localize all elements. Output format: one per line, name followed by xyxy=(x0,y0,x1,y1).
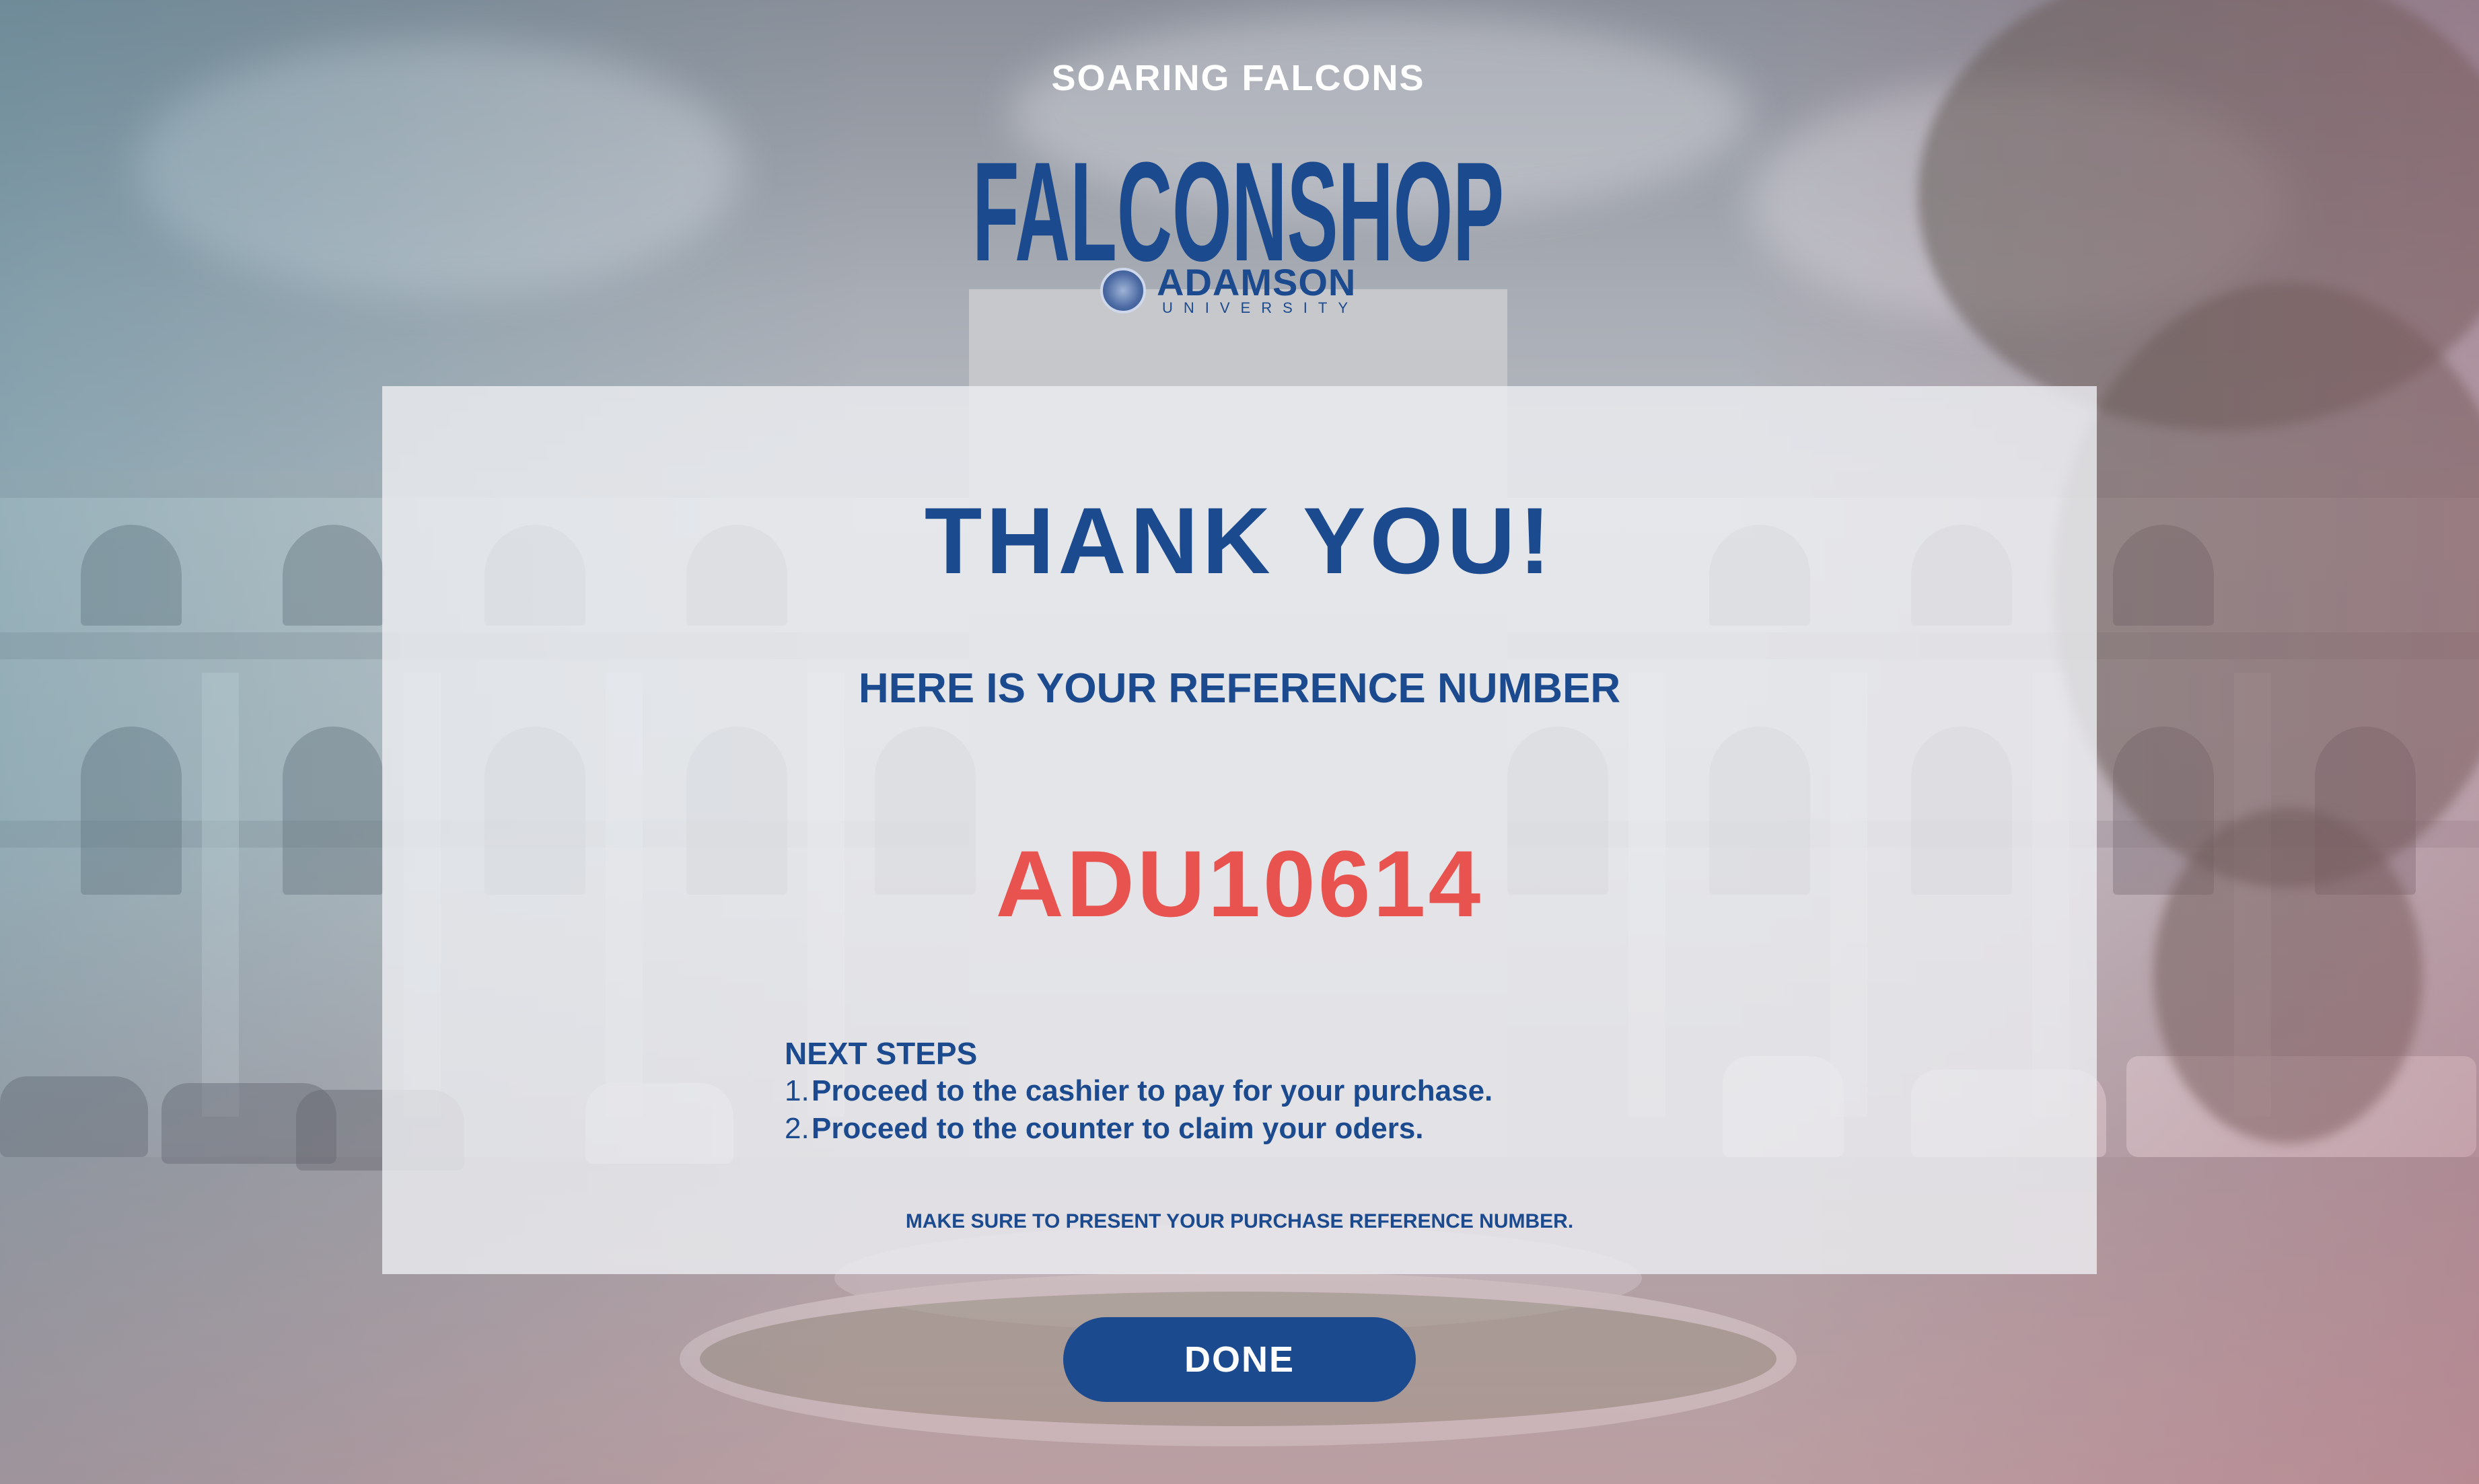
adamson-university-mark: ADAMSON UNIVERSITY xyxy=(1100,262,1383,323)
reference-number: ADU10614 xyxy=(995,831,1484,936)
list-item: 1. Proceed to the cashier to pay for you… xyxy=(785,1072,1727,1110)
reference-subtitle: HERE IS YOUR REFERENCE NUMBER xyxy=(858,665,1621,712)
done-button[interactable]: DONE xyxy=(1063,1317,1416,1402)
university-seal-icon xyxy=(1100,268,1146,313)
next-steps: NEXT STEPS 1. Proceed to the cashier to … xyxy=(785,1035,1727,1148)
kiosk-screen: SOARING FALCONS FALCONSHOP ADAMSON UNIVE… xyxy=(0,0,2479,1484)
thank-you-title: THANK YOU! xyxy=(924,488,1555,593)
step-number: 1. xyxy=(785,1074,810,1107)
reference-note: MAKE SURE TO PRESENT YOUR PURCHASE REFER… xyxy=(905,1210,1574,1232)
confirmation-card: THANK YOU! HERE IS YOUR REFERENCE NUMBER… xyxy=(382,386,2097,1274)
falconshop-logo: SOARING FALCONS FALCONSHOP ADAMSON UNIVE… xyxy=(969,57,1507,326)
step-text: Proceed to the counter to claim your ode… xyxy=(812,1112,1424,1145)
list-item: 2. Proceed to the counter to claim your … xyxy=(785,1110,1727,1148)
university-name: ADAMSON xyxy=(1157,261,1357,303)
step-text: Proceed to the cashier to pay for your p… xyxy=(812,1074,1493,1107)
next-steps-heading: NEXT STEPS xyxy=(785,1036,978,1071)
logo-tagline: SOARING FALCONS xyxy=(1051,58,1425,98)
university-sub: UNIVERSITY xyxy=(1162,299,1359,316)
step-number: 2. xyxy=(785,1112,810,1145)
